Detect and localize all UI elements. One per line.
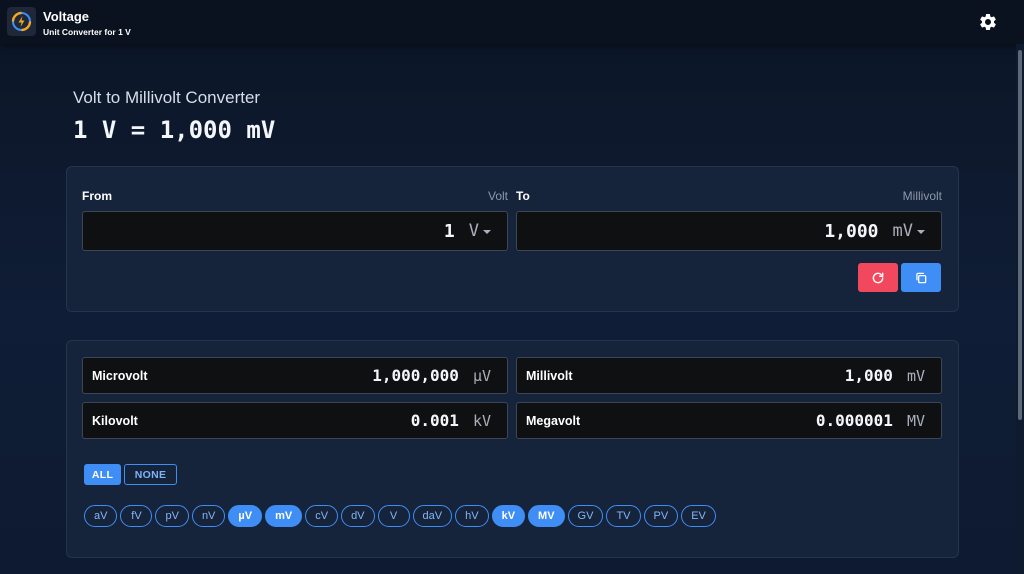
settings-gear-icon[interactable] xyxy=(977,11,999,33)
result-value: 1,000 xyxy=(844,366,893,385)
result-unit-symbol: µV xyxy=(472,366,491,385)
unit-chip[interactable]: pV xyxy=(155,505,189,527)
result-unit-symbol: mV xyxy=(906,366,925,385)
unit-chip[interactable]: PV xyxy=(643,505,679,527)
reset-button[interactable] xyxy=(858,263,898,292)
from-value-input[interactable]: 1 V xyxy=(82,211,508,251)
result-value: 1,000,000 xyxy=(372,366,459,385)
unit-chip[interactable]: cV xyxy=(305,505,339,527)
unit-chip[interactable]: daV xyxy=(412,505,453,527)
to-unit-name: Millivolt xyxy=(902,189,942,203)
to-value: 1,000 xyxy=(824,220,879,242)
select-none-button[interactable]: NONE xyxy=(124,464,177,485)
result-row-millivolt[interactable]: Millivolt 1,000 mV xyxy=(516,357,942,394)
unit-chip[interactable]: dV xyxy=(341,505,375,527)
result-row-microvolt[interactable]: Microvolt 1,000,000 µV xyxy=(82,357,508,394)
result-unit-symbol: MV xyxy=(906,411,925,430)
app-logo-icon xyxy=(7,7,36,36)
result-unit-name: Millivolt xyxy=(526,368,573,383)
unit-chip[interactable]: TV xyxy=(606,505,641,527)
result-unit-name: Microvolt xyxy=(92,368,148,383)
app-header: Voltage Unit Converter for 1 V xyxy=(0,0,1024,44)
unit-chip[interactable]: MV xyxy=(528,505,565,527)
unit-chip[interactable]: V xyxy=(377,505,410,527)
from-unit-caret-icon[interactable] xyxy=(483,230,491,234)
unit-chip[interactable]: mV xyxy=(265,505,303,527)
unit-chip-list: aV fV pV nV µV mV cV dV VdaV hV kV MV GV TV PV EV xyxy=(84,505,716,527)
result-row-kilovolt[interactable]: Kilovolt 0.001 kV xyxy=(82,402,508,439)
result-unit-symbol: kV xyxy=(472,411,491,430)
unit-chip[interactable]: GV xyxy=(567,505,604,527)
page-title: Volt to Millivolt Converter xyxy=(73,88,261,107)
from-value: 1 xyxy=(443,220,455,242)
app-subtitle: Unit Converter for 1 V xyxy=(43,27,131,37)
unit-chip[interactable]: hV xyxy=(455,505,489,527)
result-value: 0.000001 xyxy=(815,411,893,430)
result-unit-name: Megavolt xyxy=(526,413,581,428)
unit-chip[interactable]: fV xyxy=(120,505,153,527)
copy-button[interactable] xyxy=(901,263,941,292)
copy-icon xyxy=(916,272,927,283)
from-unit-name: Volt xyxy=(487,189,508,203)
from-unit-select[interactable]: V xyxy=(469,221,479,241)
unit-chip[interactable]: nV xyxy=(191,505,226,527)
result-value: 0.001 xyxy=(410,411,459,430)
app-title: Voltage xyxy=(43,9,89,24)
result-row-megavolt[interactable]: Megavolt 0.000001 MV xyxy=(516,402,942,439)
unit-chip[interactable]: kV xyxy=(491,505,526,527)
to-label: To xyxy=(516,189,530,203)
to-unit-caret-icon[interactable] xyxy=(917,230,925,234)
to-unit-select[interactable]: mV xyxy=(893,221,913,241)
scrollbar-thumb[interactable] xyxy=(1018,50,1022,420)
select-all-button[interactable]: ALL xyxy=(84,464,121,485)
unit-chip[interactable]: aV xyxy=(84,505,118,527)
to-value-input[interactable]: 1,000 mV xyxy=(516,211,942,251)
result-unit-name: Kilovolt xyxy=(92,413,138,428)
conversion-result-heading: 1 V = 1,000 mV xyxy=(73,116,276,144)
unit-chip[interactable]: EV xyxy=(681,505,716,527)
unit-chip[interactable]: µV xyxy=(228,505,263,527)
refresh-icon xyxy=(872,272,884,283)
from-label: From xyxy=(82,189,112,203)
